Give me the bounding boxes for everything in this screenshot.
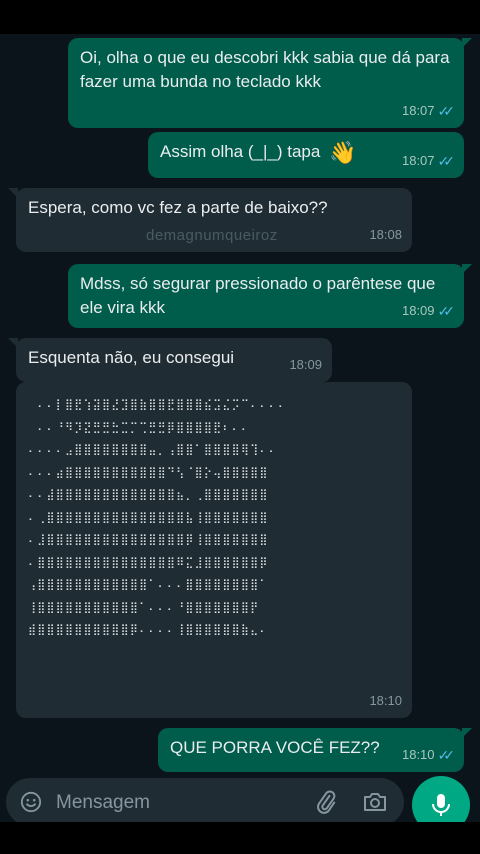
message-time: 18:08 (369, 227, 402, 242)
braille-art-line: ⠀⠄⠄⡇⣿⣟⢱⣽⣿⣜⣹⣿⣷⣿⣿⣟⣿⣿⣿⣮⣩⣌⡩⠉⠄⠄⠄⠄ (28, 398, 288, 411)
braille-art-line: ⢠⣿⣿⣿⣿⣿⣿⣿⣿⣿⣿⣿⣿⠁⠄⠄⠄⣿⣿⣿⣿⣿⣿⣿⣿⠁ (28, 578, 269, 591)
braille-art-line: ⣾⣿⣿⣿⣿⣿⣿⣿⣿⣿⣿⡿⠄⠄⠄⠄⢸⣿⣿⣿⣿⣿⣿⣷⣄⠄ (28, 623, 269, 636)
status-bar (0, 0, 480, 34)
message-outgoing[interactable]: Mdss, só segurar pressionado o parêntese… (68, 264, 472, 328)
braille-art: ⠀⠄⠄⡇⣿⣟⢱⣽⣿⣜⣹⣿⣷⣿⣿⣟⣿⣿⣿⣮⣩⣌⡩⠉⠄⠄⠄⠄ ⠀⠄⠄⠘⠻⡹⣝⣛⣛⣓⣉… (28, 394, 400, 642)
braille-art-line: ⠄⣿⣿⣿⣿⣿⣿⣿⣿⣿⣿⣿⣿⣿⣿⣿⠿⣍⣸⣿⣿⣿⣿⣿⣿⡿ (28, 555, 269, 569)
braille-art-line: ⢸⣿⣿⣿⣿⣿⣿⣿⣿⣿⣿⣿⠁⠄⠄⠄⠘⣿⣿⣿⣿⣿⣿⣿⡟ (28, 600, 260, 614)
message-incoming[interactable]: Esquenta não, eu consegui 18:09 (8, 338, 332, 382)
message-text: Esquenta não, eu consegui (28, 348, 235, 367)
microphone-icon (432, 794, 450, 816)
message-time: 18:07 (401, 103, 435, 118)
braille-art-line: ⠄⠄⠄⠄⣠⣿⣿⣿⣿⣿⣿⣿⣿⣤⡀⢠⣿⣿⠁⣿⣿⣿⣿⢿⢹⠄⠄ (28, 443, 278, 456)
double-check-icon: ✓✓ (437, 303, 456, 319)
smiley-icon[interactable] (20, 791, 42, 813)
chat-messages: Oi, olha o que eu descobri kkk sabia que… (0, 34, 480, 774)
braille-art-line: ⠄⣸⣿⣿⣿⣿⣿⣿⣿⣿⣿⣿⣿⣿⣿⣿⣿⡿⢸⣿⣿⣿⣿⣿⣿⣿ (28, 533, 269, 546)
message-text: QUE PORRA VOCÊ FEZ?? (170, 738, 380, 757)
message-time: 18:10 (401, 747, 435, 762)
double-check-icon: ✓✓ (437, 103, 456, 119)
braille-art-line: ⠀⠄⠄⠘⠻⡹⣝⣛⣛⣓⣉⡉⢉⣛⣛⡿⣿⣿⣿⣿⣟⠆⠄⠄ (28, 420, 251, 434)
message-incoming-braille-art[interactable]: ⠀⠄⠄⡇⣿⣟⢱⣽⣿⣜⣹⣿⣷⣿⣿⣟⣿⣿⣿⣮⣩⣌⡩⠉⠄⠄⠄⠄ ⠀⠄⠄⠘⠻⡹⣝⣛⣛⣓⣉… (16, 382, 412, 718)
message-time: 18:09 (289, 357, 322, 372)
message-text: Mdss, só segurar pressionado o parêntese… (80, 274, 436, 317)
message-incoming[interactable]: Espera, como vc fez a parte de baixo?? d… (8, 188, 412, 252)
camera-icon[interactable] (362, 790, 388, 814)
message-time: 18:10 (369, 693, 402, 708)
braille-art-line: ⠄⠄⠄⣴⣿⣿⣿⣿⣿⣿⣿⣿⣿⣿⣿⠙⢣⠈⣿⡕⢤⣿⣿⣿⣿⣿ (28, 465, 269, 479)
message-outgoing[interactable]: QUE PORRA VOCÊ FEZ?? 18:10 ✓✓ (158, 728, 472, 772)
braille-art-line: ⠄⠄⣼⣿⣿⣿⣿⣿⣿⣿⣿⣿⣿⣿⣿⣿⣦⡀⢀⣿⣿⣿⣿⣿⣿⣿ (28, 488, 269, 501)
message-text: Espera, como vc fez a parte de baixo?? (28, 198, 328, 217)
message-outgoing[interactable]: Oi, olha o que eu descobri kkk sabia que… (68, 38, 472, 128)
message-time: 18:07 (401, 153, 435, 168)
message-text: Oi, olha o que eu descobri kkk sabia que… (80, 48, 450, 91)
watermark: demagnumqueiroz (146, 227, 278, 244)
waving-hand-emoji: 👋 (329, 139, 357, 165)
message-input[interactable] (54, 788, 298, 818)
message-time: 18:09 (401, 303, 435, 318)
double-check-icon: ✓✓ (437, 747, 456, 763)
message-composer (6, 778, 404, 826)
navigation-bar (0, 822, 480, 854)
paperclip-icon[interactable] (314, 790, 338, 814)
message-outgoing[interactable]: Assim olha (_|_) tapa 👋 18:07 ✓✓ (148, 132, 464, 178)
message-text: Assim olha (_|_) tapa (160, 142, 321, 161)
braille-art-line: ⠄⢀⣿⣿⣿⣿⣿⣿⣿⣿⣿⣿⣿⣿⣿⣿⣿⣧⢸⣿⣿⣿⣿⣿⣿⣿ (28, 510, 269, 524)
double-check-icon: ✓✓ (437, 153, 456, 169)
